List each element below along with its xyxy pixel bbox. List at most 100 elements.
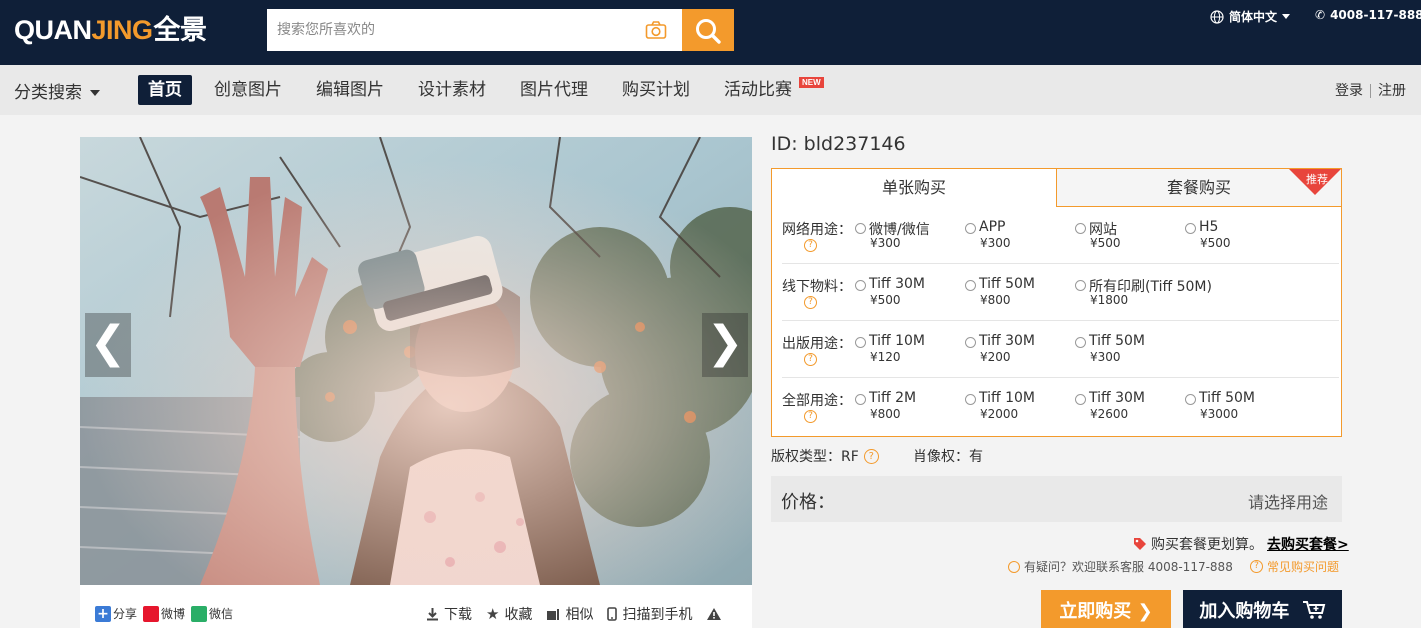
option-price: ¥1800	[1090, 293, 1129, 307]
usage-row-web: 网络用途： ? 微博/微信 ¥300 APP ¥300 网站 ¥500 H5 ¥500	[782, 207, 1339, 264]
caret-down-icon	[90, 90, 100, 96]
main-nav: 分类搜索 首页 创意图片 编辑图片 设计素材 图片代理 购买计划 活动比赛 登录…	[0, 65, 1421, 115]
price-bar: 价格： 请选择用途	[771, 476, 1342, 522]
usage-label: 出版用途：	[782, 336, 852, 352]
category-search-label: 分类搜索	[14, 83, 82, 103]
package-promo: 购买套餐更划算。 去购买套餐>	[1133, 534, 1349, 554]
add-cart-label: 加入购物车	[1199, 601, 1290, 622]
radio-button[interactable]	[965, 223, 976, 234]
add-to-cart-button[interactable]: 加入购物车	[1183, 590, 1342, 628]
nav-purchase-plan[interactable]: 购买计划	[622, 75, 690, 105]
usage-row-all: 全部用途： ? Tiff 2M ¥800 Tiff 10M ¥2000 Tiff 3…	[782, 378, 1339, 435]
share-button[interactable]: + 分享	[95, 605, 137, 622]
radio-button[interactable]	[855, 280, 866, 291]
nav-design-assets[interactable]: 设计素材	[418, 75, 486, 105]
option-name: Tiff 10M	[979, 390, 1035, 406]
nav-creative-images[interactable]: 创意图片	[214, 75, 282, 105]
share-label: 分享	[113, 607, 138, 621]
buy-package-link[interactable]: 去购买套餐>	[1267, 534, 1349, 554]
radio-button[interactable]	[855, 223, 866, 234]
search-input[interactable]	[267, 9, 637, 51]
chat-icon	[1008, 560, 1020, 573]
download-label: 下载	[444, 607, 472, 623]
license-type-label: 版权类型：RF	[771, 449, 859, 465]
logo-text-quan: QUAN	[14, 15, 92, 45]
faq-label: 常见购买问题	[1267, 560, 1340, 574]
weibo-share[interactable]: 微博	[143, 605, 185, 622]
option-price: ¥500	[1090, 236, 1121, 250]
help-icon[interactable]: ?	[863, 448, 879, 464]
nav-home[interactable]: 首页	[138, 75, 192, 105]
faq-link[interactable]: ? 常见购买问题	[1250, 558, 1339, 575]
search-icon	[696, 19, 721, 44]
usage-label: 全部用途：	[782, 393, 852, 409]
register-link[interactable]: 注册	[1378, 83, 1406, 99]
radio-button[interactable]	[965, 280, 976, 291]
help-icon[interactable]: ?	[804, 296, 817, 309]
option-name: APP	[979, 219, 1006, 235]
option-name: H5	[1199, 219, 1219, 235]
scan-to-phone-button[interactable]: 扫描到手机	[607, 604, 692, 624]
radio-button[interactable]	[1075, 223, 1086, 234]
radio-button[interactable]	[1075, 280, 1086, 291]
weibo-label: 微博	[161, 607, 186, 621]
recommend-badge: 推荐	[1289, 169, 1341, 195]
divider	[1370, 84, 1371, 98]
buy-now-label: 立即购买	[1059, 601, 1132, 622]
option-price: ¥3000	[1200, 407, 1239, 421]
next-image-arrow[interactable]: ❯	[702, 313, 748, 377]
login-link[interactable]: 登录	[1335, 83, 1363, 99]
radio-button[interactable]	[855, 394, 866, 405]
wechat-label: 微信	[209, 607, 234, 621]
nav-editorial-images[interactable]: 编辑图片	[316, 75, 384, 105]
promo-text: 购买套餐更划算。	[1151, 537, 1263, 553]
radio-button[interactable]	[1075, 337, 1086, 348]
radio-button[interactable]	[1075, 394, 1086, 405]
usage-label: 线下物料：	[782, 279, 852, 295]
star-icon: ★	[486, 605, 500, 623]
radio-button[interactable]	[965, 337, 976, 348]
phone-icon: ✆	[1315, 8, 1326, 22]
radio-button[interactable]	[965, 394, 976, 405]
language-selector[interactable]: 简体中文	[1210, 8, 1291, 25]
help-icon[interactable]: ?	[804, 239, 817, 252]
favorite-button[interactable]: ★ 收藏	[486, 604, 532, 624]
warning-icon	[707, 608, 722, 620]
option-name: Tiff 2M	[869, 390, 917, 406]
nav-image-agency[interactable]: 图片代理	[520, 75, 588, 105]
price-hint: 请选择用途	[1247, 493, 1328, 512]
radio-button[interactable]	[1185, 394, 1196, 405]
camera-icon[interactable]	[645, 20, 667, 40]
radio-button[interactable]	[1185, 223, 1196, 234]
quanjing-logo[interactable]: QUANJING全景	[14, 15, 207, 46]
photo-actions: 下载 ★ 收藏 相似 扫描到手机	[426, 604, 722, 624]
radio-button[interactable]	[855, 337, 866, 348]
main-photo[interactable]	[80, 137, 752, 585]
wechat-share[interactable]: 微信	[191, 605, 233, 622]
tab-package-label: 套餐购买	[1166, 178, 1231, 197]
option-price: ¥2000	[980, 407, 1019, 421]
report-button[interactable]	[706, 607, 722, 621]
help-icon[interactable]: ?	[804, 410, 817, 423]
option-price: ¥300	[980, 236, 1011, 250]
prev-image-arrow[interactable]: ❮	[85, 313, 131, 377]
option-name: Tiff 50M	[979, 276, 1035, 292]
customer-service: 有疑问？欢迎联系客服 4008-117-888	[1008, 558, 1233, 575]
buy-now-button[interactable]: 立即购买 ❯	[1041, 590, 1171, 628]
nav-events-contests[interactable]: 活动比赛	[724, 75, 792, 105]
option-price: ¥2600	[1090, 407, 1129, 421]
similar-label: 相似	[565, 607, 594, 623]
search-button[interactable]	[682, 9, 734, 51]
pricing-panel: 单张购买 套餐购买 推荐 网络用途： ? 微博/微信 ¥300 APP ¥300 网…	[771, 168, 1342, 437]
similar-icon	[547, 608, 560, 620]
tab-single-purchase[interactable]: 单张购买	[772, 169, 1057, 207]
search-box	[267, 9, 734, 51]
download-button[interactable]: 下载	[426, 604, 472, 624]
plus-icon: +	[95, 605, 111, 622]
help-icon[interactable]: ?	[804, 353, 817, 366]
similar-button[interactable]: 相似	[546, 604, 593, 624]
usage-row-print: 线下物料： ? Tiff 30M ¥500 Tiff 50M ¥800 所有印刷(T…	[782, 264, 1339, 321]
category-search-dropdown[interactable]: 分类搜索	[14, 78, 100, 103]
logo-text-cn: 全景	[153, 15, 208, 46]
option-price: ¥120	[870, 350, 901, 364]
